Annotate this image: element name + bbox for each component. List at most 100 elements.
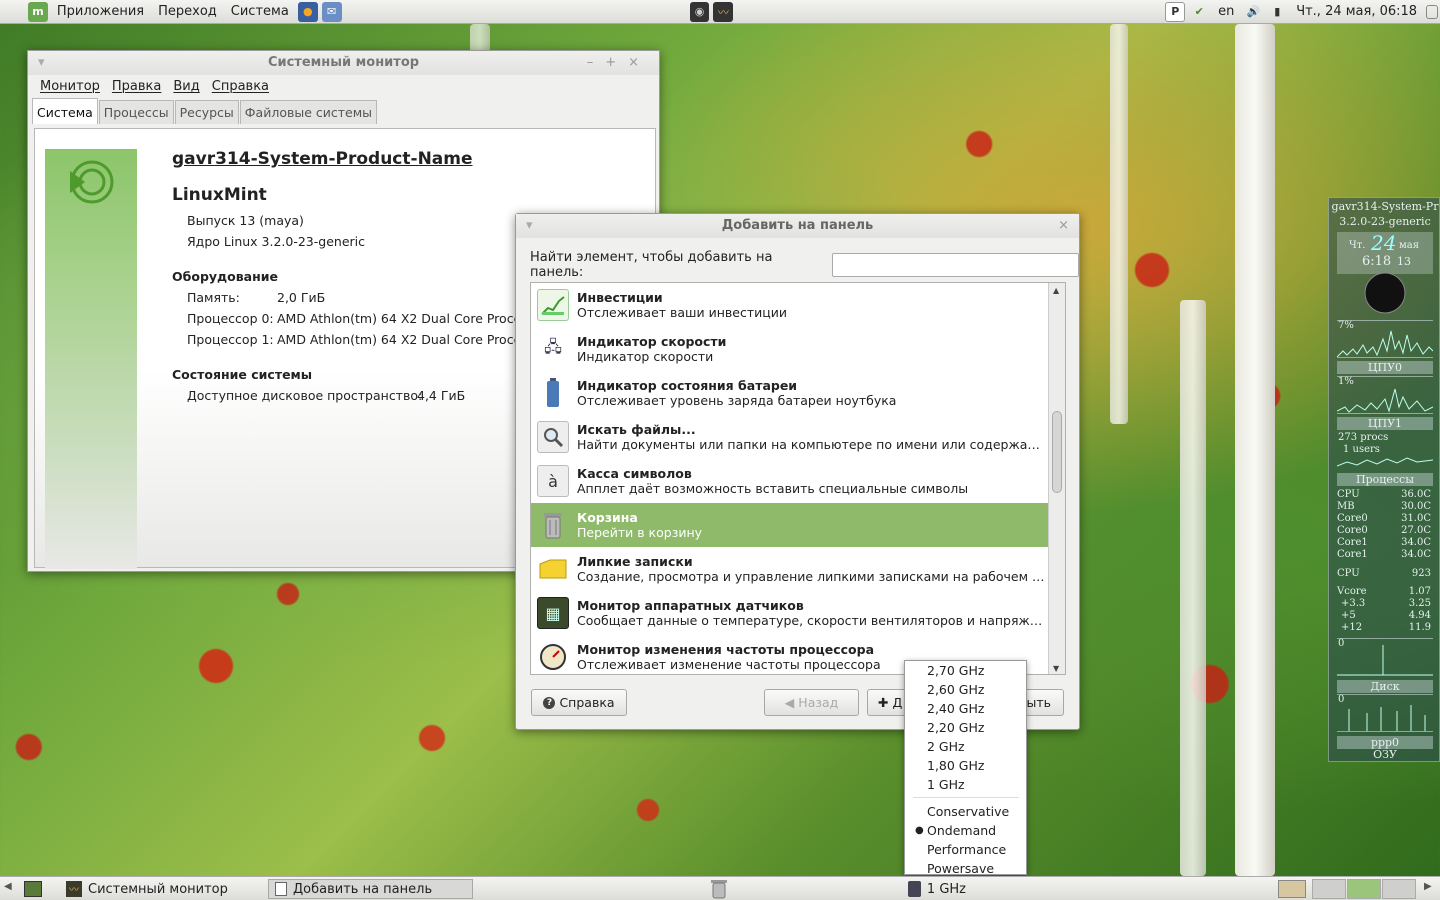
back-button[interactable]: ◀ Назад (764, 689, 859, 716)
keyboard-indicator-icon[interactable]: P (1165, 1, 1186, 22)
cpufreq-applet[interactable]: 1 GHz (902, 879, 972, 899)
moon-icon (1364, 272, 1406, 314)
system-monitor-launcher-icon[interactable]: 〰 (713, 1, 734, 22)
list-item[interactable]: à Касса символов Апплет даёт возможность … (531, 459, 1049, 503)
clock[interactable]: Чт., 24 мая, 06:18 (1289, 0, 1424, 24)
applet-name: Липкие записки (577, 554, 693, 569)
freq-option[interactable]: 2,70 GHz (927, 661, 984, 680)
applet-name: Монитор изменения частоты процессора (577, 642, 875, 657)
freq-option[interactable]: 1,80 GHz (927, 756, 984, 775)
volume-icon[interactable]: 🔊 (1243, 2, 1263, 22)
mint-menu-icon[interactable]: m (28, 1, 48, 22)
list-item[interactable]: Искать файлы... Найти документы или папки… (531, 415, 1049, 459)
fan-value: 923 (1411, 568, 1431, 579)
governor-option[interactable]: Conservative (927, 802, 1009, 821)
scroll-right-icon[interactable]: ▶ (1424, 881, 1432, 892)
freq-option[interactable]: 2 GHz (927, 737, 965, 756)
update-manager-icon[interactable]: ✔ (1189, 2, 1209, 22)
system-monitor-titlebar[interactable]: ▾ Системный монитор –+× (28, 51, 659, 75)
scroll-left-icon[interactable]: ◀ (4, 881, 12, 892)
keyboard-layout[interactable]: en (1211, 0, 1241, 24)
applet-list: Инвестиции Отслеживает ваши инвестиции 🖧 … (530, 282, 1066, 675)
search-input[interactable] (831, 253, 1079, 277)
task-system-monitor[interactable]: 〰 Системный монитор (60, 879, 265, 899)
window-menu-icon[interactable]: ▾ (526, 214, 533, 238)
memory-label: Память: (187, 290, 240, 305)
close-button-label: ыть (1026, 695, 1051, 710)
tab-system[interactable]: Система (32, 98, 98, 124)
sensor-value: 31.0C (1401, 513, 1431, 524)
thunderbird-launcher-icon[interactable]: ✉ (321, 1, 342, 22)
workspace-2[interactable] (1347, 879, 1381, 899)
freq-option[interactable]: 2,40 GHz (927, 699, 984, 718)
menu-places[interactable]: Переход (151, 0, 224, 24)
add-to-panel-dialog: ▾ Добавить на панель × Найти элемент, чт… (515, 213, 1080, 730)
voltage-name: +12 (1341, 622, 1363, 633)
scroll-thumb[interactable] (1052, 411, 1062, 493)
governor-option-selected[interactable]: Ondemand (927, 821, 996, 840)
firefox-window-thumb-icon[interactable] (1278, 880, 1306, 898)
show-desktop-icon[interactable] (24, 881, 42, 897)
governor-option[interactable]: Performance (927, 840, 1006, 859)
add-button-label: Д (892, 695, 903, 710)
scroll-up-icon[interactable]: ▲ (1053, 286, 1059, 295)
search-row: Найти элемент, чтобы добавить на панель: (530, 250, 1079, 280)
wallpaper-trunk (1180, 300, 1206, 876)
applet-name: Инвестиции (577, 290, 663, 305)
applet-desc: Индикатор скорости (577, 349, 714, 364)
net-graph (1337, 694, 1433, 732)
investments-icon (537, 289, 569, 321)
task-label: Системный монитор (88, 881, 228, 897)
workspace-3[interactable] (1382, 879, 1416, 899)
network-icon[interactable]: ▮ (1267, 2, 1287, 22)
list-item[interactable]: 🖧 Индикатор скорости Индикатор скорости (531, 327, 1049, 371)
list-item[interactable]: ▦ Монитор аппаратных датчиков Сообщает да… (531, 591, 1049, 635)
list-item[interactable]: Корзина Перейти в корзину (531, 503, 1049, 547)
help-button[interactable]: ? Справка (531, 689, 627, 716)
window-menu-icon[interactable]: ▾ (38, 51, 45, 75)
task-add-to-panel[interactable]: Добавить на панель (268, 879, 473, 899)
list-scrollbar[interactable]: ▲ ▼ (1048, 283, 1065, 674)
window-controls[interactable]: –+× (587, 51, 651, 75)
menu-view[interactable]: Вид (167, 77, 205, 96)
selected-bullet-icon: ● (915, 825, 924, 836)
menu-help[interactable]: Справка (206, 77, 275, 96)
conky-seconds: 13 (1397, 255, 1411, 268)
freq-option[interactable]: 1 GHz (927, 775, 965, 794)
show-desktop-icon[interactable] (1426, 4, 1439, 19)
close-icon[interactable]: × (1058, 214, 1069, 238)
wallpaper-trunk (1235, 24, 1275, 876)
hostname: gavr314-System-Product-Name (172, 149, 473, 169)
scroll-down-icon[interactable]: ▼ (1053, 664, 1059, 673)
freq-option[interactable]: 2,60 GHz (927, 680, 984, 699)
tab-filesystems[interactable]: Файловые системы (239, 100, 378, 124)
menu-monitor[interactable]: Монитор (34, 77, 106, 96)
media-launcher-icon[interactable]: ◉ (689, 1, 710, 22)
dialog-title: Добавить на панель (721, 218, 874, 233)
applet-name: Индикатор состояния батареи (577, 378, 798, 393)
conky-disk-label: Диск (1370, 680, 1400, 693)
menu-edit[interactable]: Правка (106, 77, 167, 96)
tab-resources[interactable]: Ресурсы (174, 100, 239, 124)
freq-option[interactable]: 2,20 GHz (927, 718, 984, 737)
trash-applet-icon[interactable] (710, 879, 728, 900)
kernel: Ядро Linux 3.2.0-23-generic (187, 234, 365, 249)
firefox-launcher-icon[interactable]: ● (297, 1, 318, 22)
conky-host: gavr314-System-Pr (1331, 200, 1439, 213)
menu-applications[interactable]: Приложения (50, 0, 151, 24)
conky-cpu1-label: ЦПУ1 (1367, 417, 1403, 430)
voltage-name: +5 (1341, 610, 1356, 621)
sensor-value: 34.0C (1401, 537, 1431, 548)
list-item[interactable]: Инвестиции Отслеживает ваши инвестиции (531, 283, 1049, 327)
fan-name: CPU (1337, 568, 1360, 579)
list-item[interactable]: Индикатор состояния батареи Отслеживает у… (531, 371, 1049, 415)
list-item[interactable]: Липкие записки Создание, просмотра и упра… (531, 547, 1049, 591)
menu-system[interactable]: Система (224, 0, 296, 24)
dialog-titlebar[interactable]: ▾ Добавить на панель × (516, 214, 1079, 238)
back-button-label: Назад (798, 695, 839, 710)
hardware-heading: Оборудование (172, 269, 278, 284)
tab-processes[interactable]: Процессы (98, 100, 174, 124)
procs-graph (1337, 457, 1433, 467)
workspace-1[interactable] (1312, 879, 1346, 899)
voltage-name: Vcore (1337, 586, 1367, 597)
